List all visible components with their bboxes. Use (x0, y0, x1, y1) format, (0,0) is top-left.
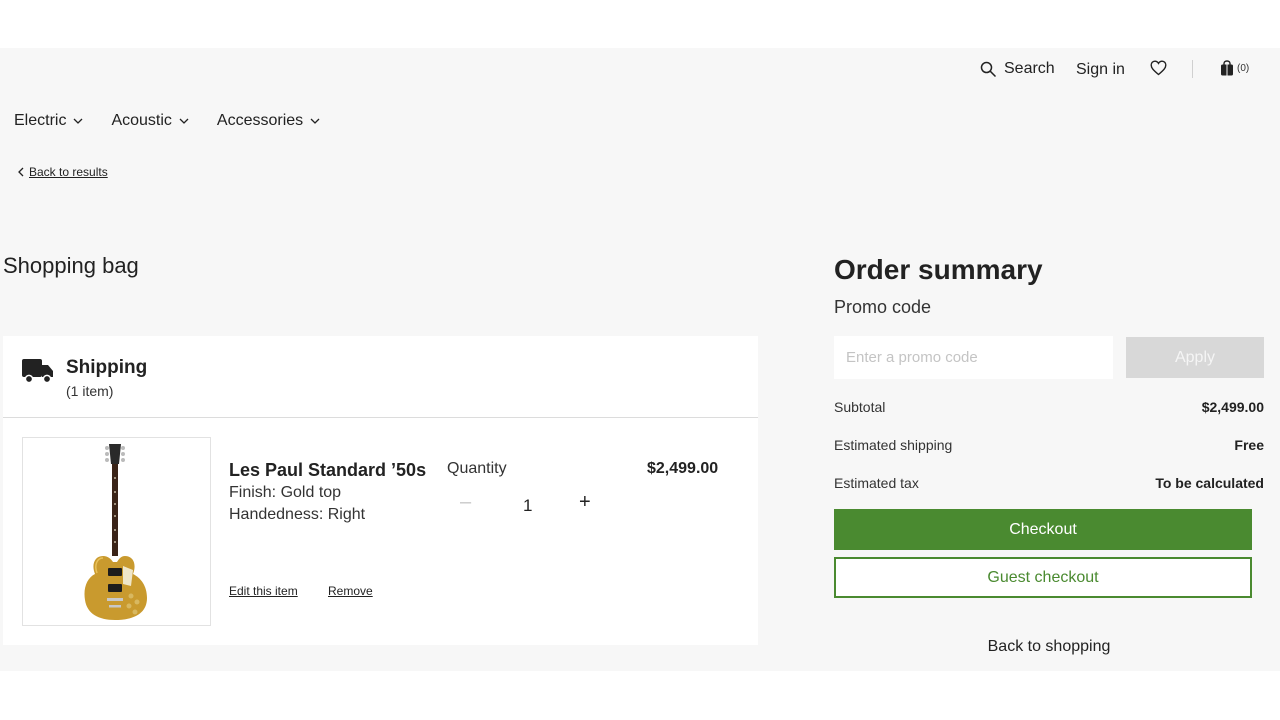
main-nav: Electric Acoustic Accessories (14, 112, 348, 130)
bag-count: (0) (1237, 62, 1250, 74)
chevron-down-icon (73, 118, 83, 124)
guest-checkout-button[interactable]: Guest checkout (834, 557, 1252, 598)
promo-code-input[interactable] (834, 336, 1113, 379)
summary-row-label: Subtotal (834, 399, 886, 415)
header-divider (1192, 60, 1193, 78)
guitar-image (84, 444, 147, 620)
shipping-title: Shipping (66, 357, 148, 378)
chevron-left-icon (18, 167, 24, 177)
product-finish: Finish: Gold top (229, 484, 342, 501)
summary-row-value: To be calculated (1155, 475, 1264, 491)
product-image[interactable] (22, 437, 211, 626)
heart-icon (1150, 60, 1167, 76)
subtotal-row: Subtotal $2,499.00 (834, 399, 1264, 415)
shipping-cost-row: Estimated shipping Free (834, 437, 1264, 453)
nav-item-acoustic[interactable]: Acoustic (111, 112, 189, 130)
shipping-card: Shipping (1 item) Les Paul Standard ’50s… (3, 336, 758, 645)
promo-code-label: Promo code (834, 297, 932, 317)
product-price: $2,499.00 (647, 460, 719, 477)
summary-row-label: Estimated shipping (834, 437, 953, 453)
back-to-shopping-link[interactable]: Back to shopping (834, 638, 1264, 656)
chevron-down-icon (179, 118, 189, 124)
tax-row: Estimated tax To be calculated (834, 475, 1264, 491)
search-button[interactable]: Search (980, 60, 1055, 78)
summary-row-label: Estimated tax (834, 475, 919, 491)
remove-item-link[interactable]: Remove (328, 584, 373, 598)
back-to-results-link[interactable]: Back to results (18, 165, 108, 179)
nav-item-label: Accessories (216, 112, 304, 129)
truck-icon (22, 359, 53, 384)
nav-item-label: Acoustic (111, 112, 172, 129)
shopping-bag-button[interactable]: (0) (1220, 60, 1249, 76)
page-title: Shopping bag (3, 253, 139, 278)
chevron-down-icon (310, 118, 320, 124)
quantity-label: Quantity (447, 460, 507, 477)
shopping-bag-icon (1221, 60, 1233, 76)
order-summary-title: Order summary (834, 254, 1043, 285)
app-container: Search Sign in (0) Electric Acoustic Acc… (0, 48, 1280, 671)
product-handedness: Handedness: Right (229, 506, 366, 523)
nav-item-electric[interactable]: Electric (14, 112, 83, 130)
apply-promo-button[interactable]: Apply (1126, 337, 1264, 378)
quantity-value: 1 (523, 496, 533, 515)
nav-item-accessories[interactable]: Accessories (217, 112, 320, 130)
back-to-results-label: Back to results (29, 165, 108, 179)
search-label: Search (1004, 60, 1055, 77)
search-icon (980, 61, 997, 77)
sign-in-link[interactable]: Sign in (1076, 61, 1125, 79)
shipping-item-count: (1 item) (66, 383, 114, 399)
edit-item-link[interactable]: Edit this item (229, 584, 298, 598)
checkout-button[interactable]: Checkout (834, 509, 1252, 550)
summary-row-value: $2,499.00 (1201, 399, 1264, 415)
shipping-card-header: Shipping (1 item) (3, 336, 758, 418)
nav-item-label: Electric (14, 112, 67, 129)
quantity-decrease-button[interactable]: – (460, 491, 471, 514)
wishlist-button[interactable] (1150, 60, 1167, 76)
quantity-increase-button[interactable]: + (579, 491, 591, 514)
summary-row-value: Free (1234, 437, 1264, 453)
product-name[interactable]: Les Paul Standard ’50s (229, 460, 426, 481)
